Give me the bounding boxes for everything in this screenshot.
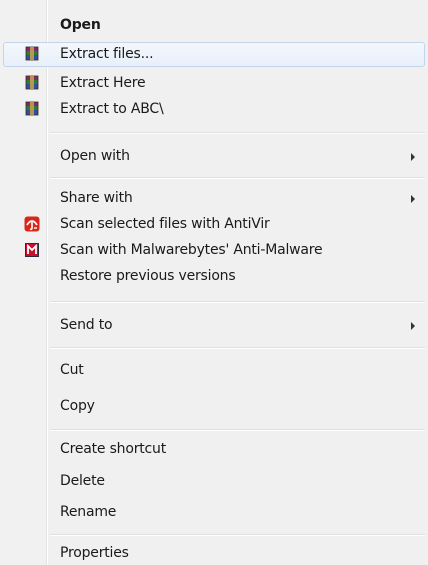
menu-item-delete[interactable]: Delete	[3, 469, 425, 494]
menu-item-scan-antivir[interactable]: Scan selected files with AntiVir	[3, 212, 425, 237]
menu-item-open[interactable]: Open	[3, 13, 425, 38]
menu-item-label: Rename	[60, 504, 117, 520]
menu-separator	[50, 177, 425, 179]
malwarebytes-icon	[24, 242, 40, 258]
menu-item-extract-files[interactable]: Extract files...	[3, 42, 425, 67]
menu-separator	[50, 429, 425, 431]
menu-item-label: Open with	[60, 148, 130, 164]
menu-item-rename[interactable]: Rename	[3, 500, 425, 525]
menu-item-label: Send to	[60, 317, 113, 333]
menu-item-label: Restore previous versions	[60, 268, 236, 284]
submenu-arrow-icon	[411, 322, 415, 330]
winrar-icon	[24, 46, 40, 62]
menu-item-label: Cut	[60, 362, 84, 378]
menu-item-extract-to[interactable]: Extract to ABC\	[3, 97, 425, 122]
menu-item-send-to[interactable]: Send to	[3, 313, 425, 338]
menu-item-label: Open	[60, 17, 101, 33]
menu-item-label: Scan selected files with AntiVir	[60, 216, 270, 232]
menu-item-label: Extract Here	[60, 75, 146, 91]
menu-item-label: Scan with Malwarebytes' Anti-Malware	[60, 242, 323, 258]
menu-item-extract-here[interactable]: Extract Here	[3, 71, 425, 96]
submenu-arrow-icon	[411, 153, 415, 161]
menu-item-label: Extract to ABC\	[60, 101, 164, 117]
menu-separator	[50, 534, 425, 536]
menu-separator	[50, 132, 425, 134]
menu-separator	[50, 301, 425, 303]
menu-item-label: Delete	[60, 473, 105, 489]
context-menu: Open Extract files... Extract Here Extra…	[0, 0, 428, 565]
menu-item-label: Share with	[60, 190, 133, 206]
antivir-umbrella-icon	[24, 216, 40, 232]
winrar-icon	[24, 101, 40, 117]
menu-item-restore-previous-versions[interactable]: Restore previous versions	[3, 264, 425, 289]
menu-item-open-with[interactable]: Open with	[3, 144, 425, 169]
menu-item-label: Properties	[60, 545, 129, 561]
menu-item-label: Create shortcut	[60, 441, 167, 457]
menu-item-label: Extract files...	[60, 46, 154, 62]
menu-item-scan-malwarebytes[interactable]: Scan with Malwarebytes' Anti-Malware	[3, 238, 425, 263]
menu-item-cut[interactable]: Cut	[3, 358, 425, 383]
menu-separator	[50, 347, 425, 349]
menu-item-share-with[interactable]: Share with	[3, 186, 425, 211]
menu-item-copy[interactable]: Copy	[3, 394, 425, 419]
menu-item-properties[interactable]: Properties	[3, 541, 425, 565]
submenu-arrow-icon	[411, 195, 415, 203]
menu-item-create-shortcut[interactable]: Create shortcut	[3, 437, 425, 462]
menu-item-label: Copy	[60, 398, 95, 414]
winrar-icon	[24, 75, 40, 91]
